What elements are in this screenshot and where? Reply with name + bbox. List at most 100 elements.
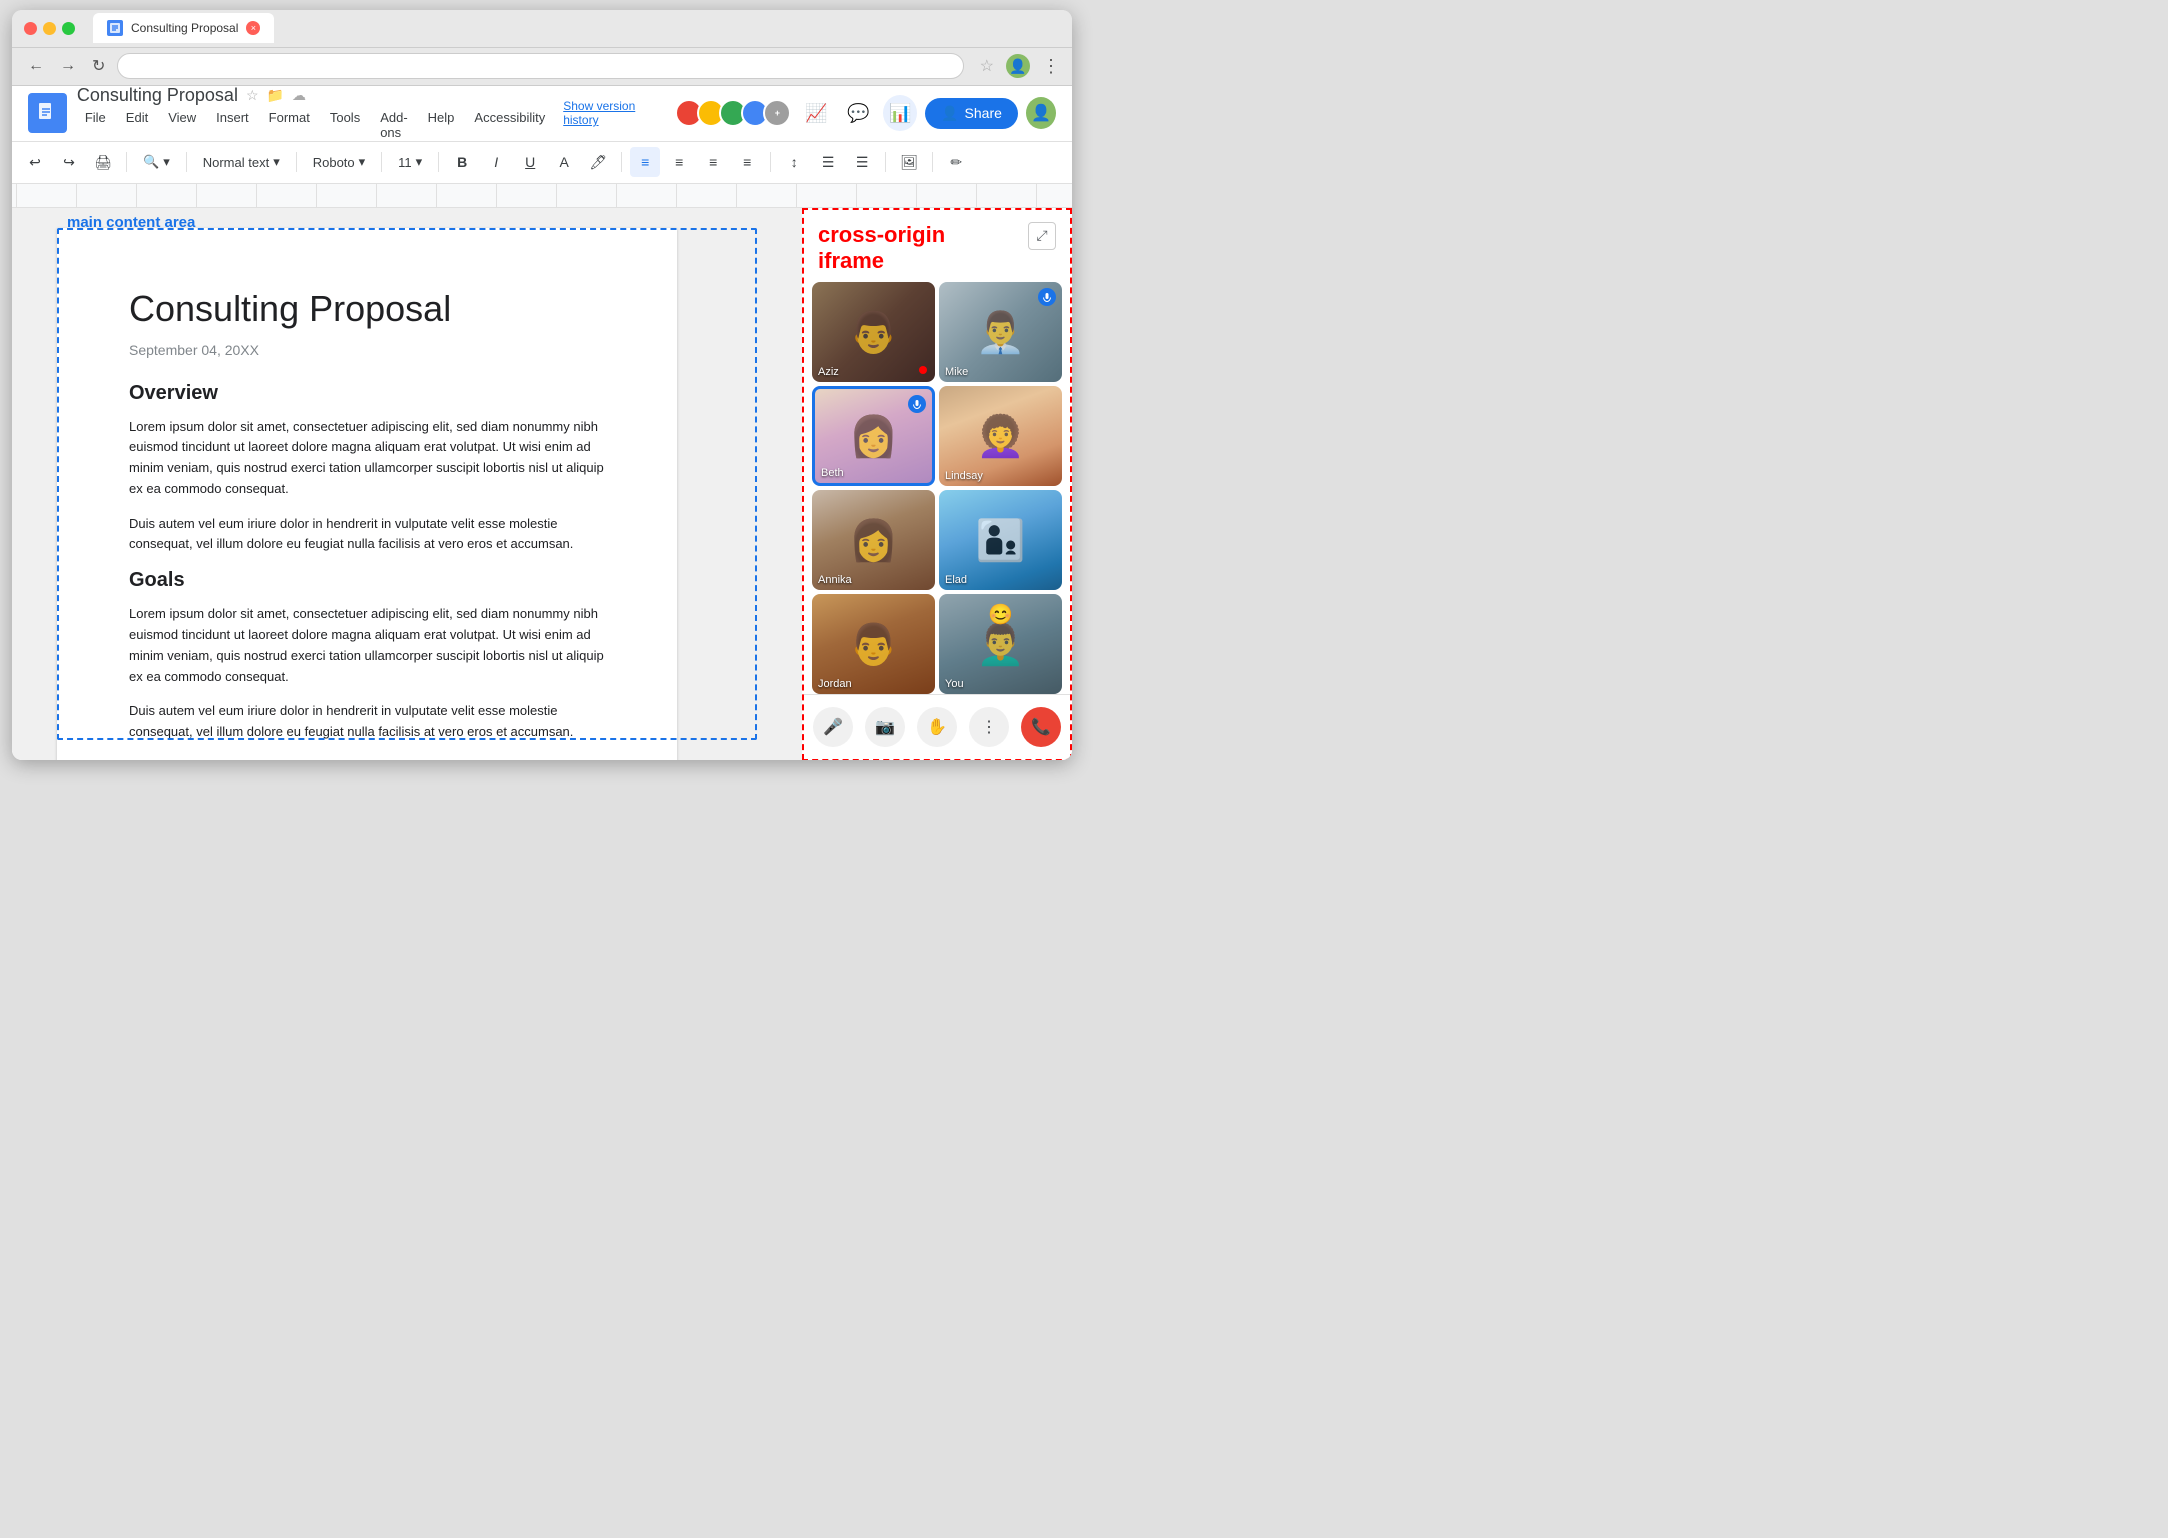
collaborator-avatars: + — [675, 99, 791, 127]
more-options-button[interactable]: ⋮ — [969, 707, 1009, 747]
maximize-traffic-light[interactable] — [62, 22, 75, 35]
goals-text-1: Lorem ipsum dolor sit amet, consectetuer… — [129, 604, 605, 687]
share-button[interactable]: 👤 Share — [925, 98, 1018, 129]
fontsize-dropdown[interactable]: 11 ▾ — [390, 147, 430, 177]
align-left-button[interactable]: ≡ — [630, 147, 660, 177]
end-call-button[interactable]: 📞 — [1021, 707, 1061, 747]
video-tile-beth[interactable]: 👩 Beth — [812, 386, 935, 486]
menu-tools[interactable]: Tools — [322, 108, 368, 142]
font-chevron: ▾ — [359, 154, 366, 170]
browser-titlebar: Consulting Proposal × — [12, 10, 1072, 48]
docs-menu-row: File Edit View Insert Format Tools Add-o… — [77, 108, 553, 142]
toolbar-divider-8 — [885, 152, 886, 172]
document-title[interactable]: Consulting Proposal — [77, 86, 238, 106]
active-tab[interactable]: Consulting Proposal × — [93, 13, 274, 43]
comments-icon-btn[interactable]: 💬 — [841, 95, 875, 131]
bookmark-icon[interactable]: ☆ — [980, 56, 994, 76]
menu-accessibility[interactable]: Accessibility — [466, 108, 553, 142]
video-tile-you[interactable]: 👨‍🦱 😊 You — [939, 594, 1062, 694]
annika-name: Annika — [818, 574, 852, 586]
toolbar-divider-6 — [621, 152, 622, 172]
underline-button[interactable]: U — [515, 147, 545, 177]
cloud-icon[interactable]: ☁ — [292, 87, 306, 104]
page-title: Consulting Proposal — [129, 288, 605, 330]
forward-button[interactable]: → — [56, 53, 80, 79]
traffic-lights — [24, 22, 75, 35]
voicetyping-icon-btn[interactable]: 📊 — [883, 95, 917, 131]
call-controls: 🎤 📷 ✋ ⋮ 📞 — [804, 694, 1070, 759]
mute-mic-button[interactable]: 🎤 — [813, 707, 853, 747]
star-icon[interactable]: ☆ — [246, 87, 259, 104]
insert-image-button[interactable]: 🖼 — [894, 147, 924, 177]
analytics-icon-btn[interactable]: 📈 — [799, 95, 833, 131]
highlight-button[interactable]: 🖊 — [583, 147, 613, 177]
redo-button[interactable]: ↪ — [54, 147, 84, 177]
bold-button[interactable]: B — [447, 147, 477, 177]
iframe-expand-button[interactable]: ⤢ — [1028, 222, 1056, 250]
document-page[interactable]: Consulting Proposal September 04, 20XX O… — [57, 228, 677, 760]
video-tile-jordan[interactable]: 👨 Jordan — [812, 594, 935, 694]
video-grid: 👨 Aziz 👨‍💼 Mike — [804, 282, 1070, 694]
docs-title-area: Consulting Proposal ☆ 📁 ☁ File Edit View… — [77, 86, 553, 142]
zoom-icon: 🔍 — [143, 154, 159, 170]
menu-format[interactable]: Format — [261, 108, 318, 142]
menu-help[interactable]: Help — [420, 108, 463, 142]
profile-avatar[interactable]: 👤 — [1006, 54, 1030, 78]
video-tile-lindsay[interactable]: 👩‍🦱 Lindsay — [939, 386, 1062, 486]
version-history-link[interactable]: Show version history — [563, 99, 667, 127]
close-traffic-light[interactable] — [24, 22, 37, 35]
menu-edit[interactable]: Edit — [118, 108, 156, 142]
sidebar-iframe: cross-origin iframe ⤢ 👨 Aziz — [802, 208, 1072, 760]
tab-bar: Consulting Proposal × — [93, 13, 274, 43]
toggle-camera-button[interactable]: 📷 — [865, 707, 905, 747]
toolbar-divider-9 — [932, 152, 933, 172]
print-button[interactable]: 🖨 — [88, 147, 118, 177]
raise-hand-button[interactable]: ✋ — [917, 707, 957, 747]
video-tile-elad[interactable]: 👨‍👦 Elad — [939, 490, 1062, 590]
zoom-dropdown[interactable]: 🔍 ▾ — [135, 147, 178, 177]
undo-button[interactable]: ↩ — [20, 147, 50, 177]
font-dropdown[interactable]: Roboto ▾ — [305, 147, 373, 177]
page-date: September 04, 20XX — [129, 342, 605, 358]
folder-icon[interactable]: 📁 — [267, 87, 284, 104]
tab-close-button[interactable]: × — [246, 21, 260, 35]
toolbar-divider-3 — [296, 152, 297, 172]
minimize-traffic-light[interactable] — [43, 22, 56, 35]
browser-window: Consulting Proposal × ← → ↻ ☆ 👤 ⋮ — [12, 10, 1072, 760]
menu-view[interactable]: View — [160, 108, 204, 142]
share-label: Share — [965, 105, 1002, 121]
edit-pencil-button[interactable]: ✏ — [941, 147, 971, 177]
elad-name: Elad — [945, 574, 967, 586]
style-dropdown[interactable]: Normal text ▾ — [195, 147, 288, 177]
menu-insert[interactable]: Insert — [208, 108, 257, 142]
address-bar[interactable] — [117, 53, 963, 79]
align-center-button[interactable]: ≡ — [664, 147, 694, 177]
style-chevron: ▾ — [273, 154, 280, 170]
beth-name: Beth — [821, 467, 844, 479]
align-right-button[interactable]: ≡ — [698, 147, 728, 177]
text-color-button[interactable]: A — [549, 147, 579, 177]
toolbar-divider-1 — [126, 152, 127, 172]
refresh-button[interactable]: ↻ — [88, 52, 109, 80]
video-tile-mike[interactable]: 👨‍💼 Mike — [939, 282, 1062, 382]
content-region: main content area Consulting Proposal Se… — [57, 228, 757, 740]
menu-addons[interactable]: Add-ons — [372, 108, 415, 142]
justify-button[interactable]: ≡ — [732, 147, 762, 177]
toolbar-divider-7 — [770, 152, 771, 172]
tab-favicon — [107, 20, 123, 36]
back-button[interactable]: ← — [24, 53, 48, 79]
video-tile-annika[interactable]: 👩 Annika — [812, 490, 935, 590]
video-tile-aziz[interactable]: 👨 Aziz — [812, 282, 935, 382]
style-label: Normal text — [203, 155, 269, 170]
zoom-chevron: ▾ — [163, 154, 170, 170]
line-spacing-button[interactable]: ↕ — [779, 147, 809, 177]
browser-menu-icon[interactable]: ⋮ — [1042, 56, 1060, 77]
docs-content[interactable]: main content area Consulting Proposal Se… — [12, 208, 802, 760]
bullet-list-button[interactable]: ☰ — [813, 147, 843, 177]
italic-button[interactable]: I — [481, 147, 511, 177]
menu-file[interactable]: File — [77, 108, 114, 142]
user-avatar[interactable]: 👤 — [1026, 97, 1056, 129]
numbered-list-button[interactable]: ☰ — [847, 147, 877, 177]
iframe-header: cross-origin iframe ⤢ — [804, 210, 1070, 283]
goals-text-2: Duis autem vel eum iriure dolor in hendr… — [129, 701, 605, 743]
